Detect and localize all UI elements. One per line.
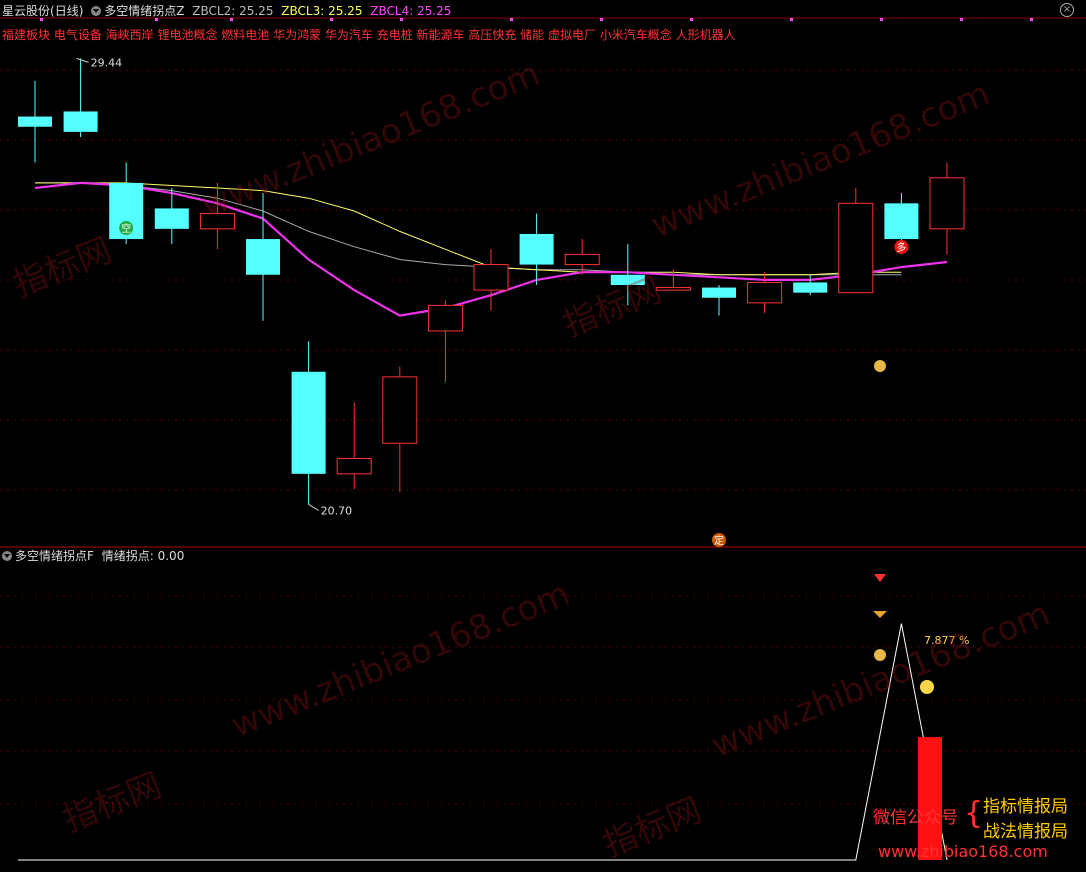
signal-dot: [690, 18, 693, 21]
low-price-label: 20.70: [321, 504, 353, 517]
candle-body-down: [884, 203, 919, 240]
signal-marker-text: 多: [896, 241, 906, 254]
cup-icon: [873, 611, 887, 618]
candle-body-up: [747, 281, 783, 304]
candle-body-down: [246, 239, 280, 275]
signal-dot: [600, 18, 603, 21]
zbcl2-value: 25.25: [239, 4, 274, 18]
candle-body-down: [291, 371, 326, 474]
zbcl2-label: ZBCL2:: [192, 4, 236, 18]
candle-body-down: [18, 116, 52, 127]
candle-body-down: [610, 274, 645, 285]
indicator-name[interactable]: 多空情绪拐点Z: [104, 4, 184, 18]
high-price-label: 29.44: [91, 56, 123, 69]
promo-account-1: 指标情报局: [983, 797, 1068, 817]
promo-url: www.zhibiao168.com: [878, 842, 1048, 861]
candle-body-up: [199, 213, 235, 230]
candle-body-up: [427, 304, 463, 332]
money-bag-icon: [874, 360, 886, 372]
candle-body-down: [63, 111, 98, 132]
kline-chart-svg: 29.44 20.70 空多定 7.877 %: [0, 17, 1086, 861]
sub-indicator-name[interactable]: 多空情绪拐点F: [15, 549, 94, 563]
zbcl4-label: ZBCL4:: [370, 4, 414, 18]
sub-dropdown-icon[interactable]: [2, 551, 12, 561]
smiley-icon: [920, 680, 934, 694]
zbcl3-value: 25.25: [328, 4, 363, 18]
sub-value-label: 情绪拐点:: [101, 549, 154, 563]
dropdown-icon[interactable]: [91, 6, 102, 16]
high-pointer: [76, 57, 89, 63]
candle-body-down: [702, 287, 736, 298]
candle-body-up: [929, 177, 965, 230]
signal-dot: [880, 18, 883, 21]
candle-body-up: [564, 253, 600, 266]
stock-name[interactable]: 星云股份: [2, 4, 50, 18]
candle-body-up: [838, 202, 874, 294]
diamond-icon: [874, 574, 886, 582]
candle-body-down: [519, 233, 554, 265]
signal-dot: [790, 18, 793, 21]
sub-value: 0.00: [157, 549, 185, 563]
signal-dot: [510, 18, 513, 21]
signal-marker-text: 定: [714, 534, 724, 547]
sub-header: 多空情绪拐点F 情绪拐点: 0.00: [2, 548, 184, 564]
main-header: 星云股份(日线) 多空情绪拐点Z ZBCL2: 25.25 ZBCL3: 25.…: [2, 3, 451, 19]
candle-body-up: [382, 376, 418, 444]
signal-dot: [960, 18, 963, 21]
close-icon[interactable]: ×: [1060, 3, 1074, 17]
money-bag-icon-sub: [874, 649, 886, 661]
promo-account-2: 战法情报局: [983, 822, 1068, 842]
promo-brace: {: [964, 796, 984, 831]
pct-label: 7.877 %: [924, 634, 969, 647]
candle-body-up: [473, 264, 509, 291]
signal-marker-text: 空: [121, 222, 131, 235]
emotion-line: [18, 623, 948, 861]
promo-wechat: 微信公众号: [873, 808, 958, 828]
candle-body-down: [154, 208, 189, 229]
zbcl4-value: 25.25: [417, 4, 452, 18]
candle-body-down: [793, 282, 828, 293]
chart-stage: 29.44 20.70 空多定 7.877 % 星云股份(日线) 多空情绪拐点Z ZB…: [0, 0, 1086, 868]
candle-body-up: [655, 287, 691, 291]
candle-body-up: [336, 458, 372, 475]
concept-tags: 福建板块 电气设备 海峡西岸 锂电池概念 燃料电池 华为鸿蒙 华为汽车 充电桩 …: [2, 28, 736, 42]
low-pointer: [308, 504, 319, 511]
signal-dot: [1030, 18, 1033, 21]
period-label: (日线): [50, 4, 84, 18]
zbcl3-label: ZBCL3:: [281, 4, 325, 18]
